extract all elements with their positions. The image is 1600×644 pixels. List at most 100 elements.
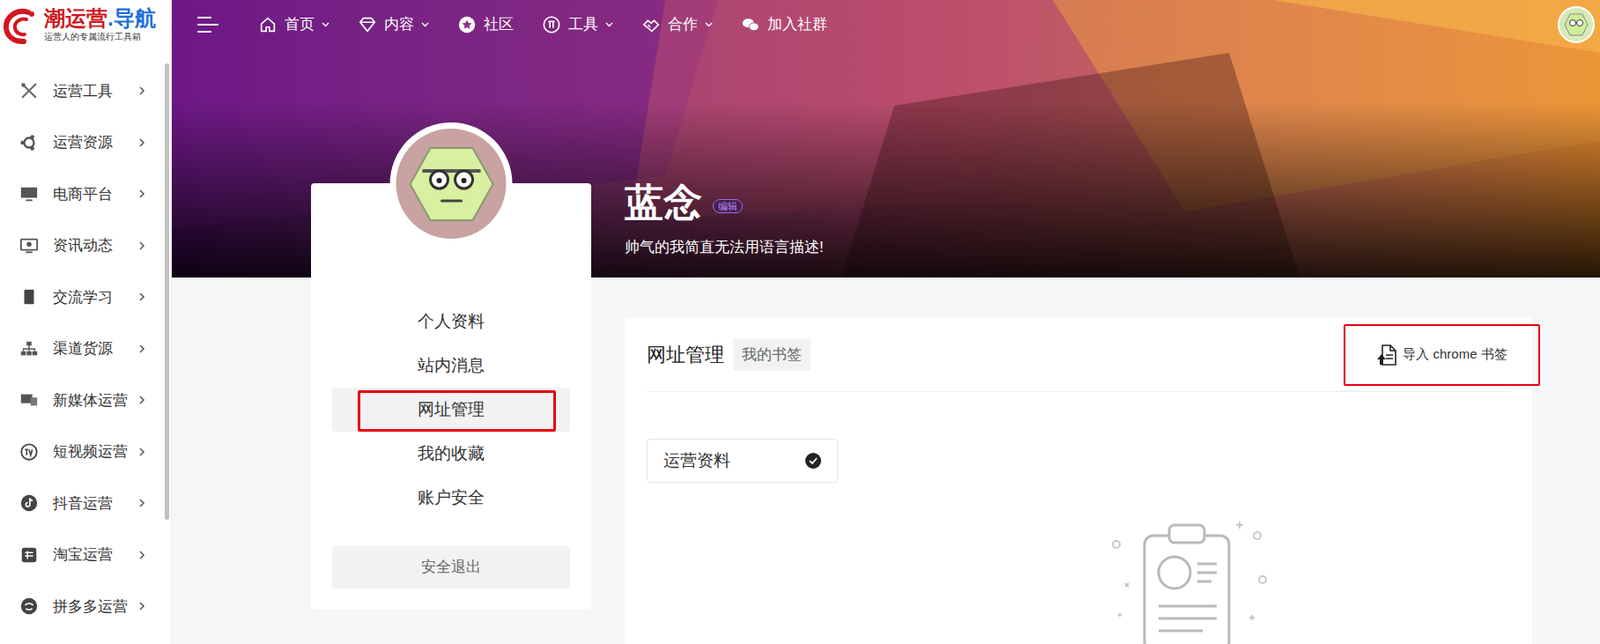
sidebar-item[interactable]: 拼多多运营 bbox=[0, 580, 171, 633]
menu-label: 个人资料 bbox=[417, 309, 485, 335]
empty-state-icon bbox=[1098, 518, 1275, 644]
folder-label: 运营资料 bbox=[663, 448, 731, 475]
sidebar-item[interactable]: 新媒体运营 bbox=[0, 374, 171, 427]
sidebar-item[interactable]: 资讯动态 bbox=[0, 220, 171, 273]
chevron-right-icon bbox=[138, 86, 146, 96]
panel-tab[interactable]: 我的书签 bbox=[733, 338, 811, 372]
caret-down-icon bbox=[321, 22, 330, 28]
nav-label: 内容 bbox=[384, 13, 415, 37]
sidebar-item[interactable]: 运营工具 bbox=[0, 65, 171, 118]
menu-item[interactable]: 站内消息 bbox=[332, 343, 571, 388]
logout-button[interactable]: 安全退出 bbox=[332, 546, 571, 589]
sidebar-label: 新媒体运营 bbox=[52, 389, 139, 413]
check-icon[interactable] bbox=[805, 452, 822, 469]
nav-item[interactable]: 工具 bbox=[538, 13, 617, 37]
user-name: 蓝念 bbox=[624, 178, 703, 227]
handshake-icon bbox=[641, 14, 661, 35]
tools-icon bbox=[19, 81, 39, 101]
chevron-right-icon bbox=[138, 498, 146, 508]
sidebar-item[interactable]: 电商平台 bbox=[0, 168, 171, 221]
chevron-right-icon bbox=[138, 601, 146, 611]
home-icon bbox=[258, 14, 278, 35]
caret-down-icon bbox=[605, 22, 614, 28]
nav-item[interactable]: 首页 bbox=[254, 13, 334, 37]
news-icon bbox=[19, 236, 39, 256]
star-icon bbox=[457, 14, 477, 35]
ubuntu-icon bbox=[19, 133, 39, 153]
sidebar-label: 抖音运营 bbox=[52, 492, 139, 516]
profile-header: 蓝念 编辑 帅气的我简直无法用语言描述! bbox=[624, 178, 1600, 259]
sidebar-label: 淘宝运营 bbox=[52, 543, 139, 567]
folder-chip[interactable]: 运营资料 bbox=[646, 438, 838, 483]
profile-card: 个人资料站内消息网址管理我的收藏账户安全 安全退出 bbox=[311, 183, 592, 610]
sidebar-label: 运营资源 bbox=[52, 131, 139, 155]
logo-brand: 潮运营 bbox=[44, 7, 108, 30]
chevron-right-icon bbox=[138, 344, 146, 354]
chevron-right-icon bbox=[138, 138, 146, 148]
profile-menu: 个人资料站内消息网址管理我的收藏账户安全 bbox=[332, 299, 571, 520]
nav-item[interactable]: 合作 bbox=[637, 13, 717, 37]
folder-list: 运营资料 bbox=[646, 392, 1511, 483]
menu-label: 站内消息 bbox=[417, 353, 485, 379]
monitor-icon bbox=[19, 184, 39, 204]
chevron-right-icon bbox=[138, 241, 146, 251]
nav-label: 合作 bbox=[667, 13, 698, 37]
chevron-right-icon bbox=[138, 292, 146, 302]
panel-title: 网址管理 bbox=[646, 340, 725, 370]
menu-item[interactable]: 我的收藏 bbox=[332, 431, 571, 476]
sidebar-item[interactable]: 运营资源 bbox=[0, 117, 171, 170]
sidebar-label: 渠道货源 bbox=[52, 337, 139, 361]
logo-tagline: 运营人的专属流行工具箱 bbox=[44, 30, 156, 44]
sidebar: 潮运营.导航 运营人的专属流行工具箱 运营工具运营资源电商平台资讯动态交流学习渠… bbox=[0, 0, 172, 644]
nav-item[interactable]: 加入社群 bbox=[737, 13, 831, 37]
content-row: 个人资料站内消息网址管理我的收藏账户安全 安全退出 网址管理 我的书签 导入 c… bbox=[171, 277, 1600, 644]
user-bio: 帅气的我简直无法用语言描述! bbox=[624, 237, 1600, 259]
sidebar-item[interactable]: 交流学习 bbox=[0, 271, 171, 324]
sidebar-item[interactable]: 淘宝运营 bbox=[0, 529, 171, 582]
face-icon bbox=[1562, 11, 1590, 38]
sidebar-item[interactable]: 渠道货源 bbox=[0, 323, 171, 376]
panel-tabs: 我的书签 bbox=[733, 338, 811, 372]
wechat-icon bbox=[740, 14, 761, 35]
tool-icon bbox=[541, 14, 562, 35]
scrollbar[interactable] bbox=[164, 63, 170, 520]
import-chrome-button[interactable]: 导入 chrome 书签 bbox=[1343, 324, 1541, 386]
sidebar-label: 电商平台 bbox=[52, 183, 139, 207]
menu-item[interactable]: 账户安全 bbox=[332, 475, 571, 520]
import-file-icon bbox=[1376, 343, 1398, 367]
taobao-icon bbox=[19, 545, 39, 565]
nav-label: 首页 bbox=[284, 13, 315, 37]
caret-down-icon bbox=[421, 22, 430, 28]
menu-item[interactable]: 网址管理 bbox=[332, 387, 571, 432]
user-avatar[interactable] bbox=[1557, 6, 1595, 44]
tv-icon bbox=[19, 442, 39, 462]
tiktok-icon bbox=[19, 493, 39, 513]
sidebar-list: 运营工具运营资源电商平台资讯动态交流学习渠道货源新媒体运营短视频运营抖音运营淘宝… bbox=[0, 51, 171, 633]
menu-label: 网址管理 bbox=[417, 397, 485, 423]
import-label: 导入 chrome 书签 bbox=[1402, 344, 1507, 365]
sidebar-item[interactable]: 抖音运营 bbox=[0, 477, 171, 530]
sidebar-label: 拼多多运营 bbox=[52, 595, 139, 619]
main-area: 首页 内容 社区 工具 合作 加入社群 蓝念 编辑 帅气的我简直无法用语言描述! bbox=[171, 0, 1600, 644]
diamond-icon bbox=[357, 14, 378, 35]
logo[interactable]: 潮运营.导航 运营人的专属流行工具箱 bbox=[0, 0, 171, 52]
sidebar-item[interactable]: 短视频运营 bbox=[0, 426, 171, 479]
sidebar-label: 短视频运营 bbox=[52, 440, 139, 464]
logo-dot: . bbox=[107, 7, 114, 30]
chevron-right-icon bbox=[138, 550, 146, 560]
sidebar-label: 资讯动态 bbox=[52, 234, 139, 258]
nav-item[interactable]: 内容 bbox=[354, 13, 433, 37]
profile-avatar[interactable] bbox=[390, 122, 513, 245]
menu-label: 账户安全 bbox=[417, 485, 485, 512]
nav-label: 工具 bbox=[568, 13, 599, 37]
sidebar-label: 运营工具 bbox=[52, 80, 139, 104]
edit-badge[interactable]: 编辑 bbox=[712, 199, 743, 214]
nav-list: 首页 内容 社区 工具 合作 加入社群 bbox=[254, 13, 831, 37]
nav-item[interactable]: 社区 bbox=[453, 13, 518, 37]
avatar-face-icon bbox=[407, 144, 495, 224]
menu-icon[interactable] bbox=[196, 14, 220, 35]
nav-label: 加入社群 bbox=[767, 13, 828, 37]
sidebar-label: 交流学习 bbox=[52, 286, 139, 310]
top-nav: 首页 内容 社区 工具 合作 加入社群 bbox=[171, 0, 1600, 49]
menu-item[interactable]: 个人资料 bbox=[332, 299, 571, 344]
